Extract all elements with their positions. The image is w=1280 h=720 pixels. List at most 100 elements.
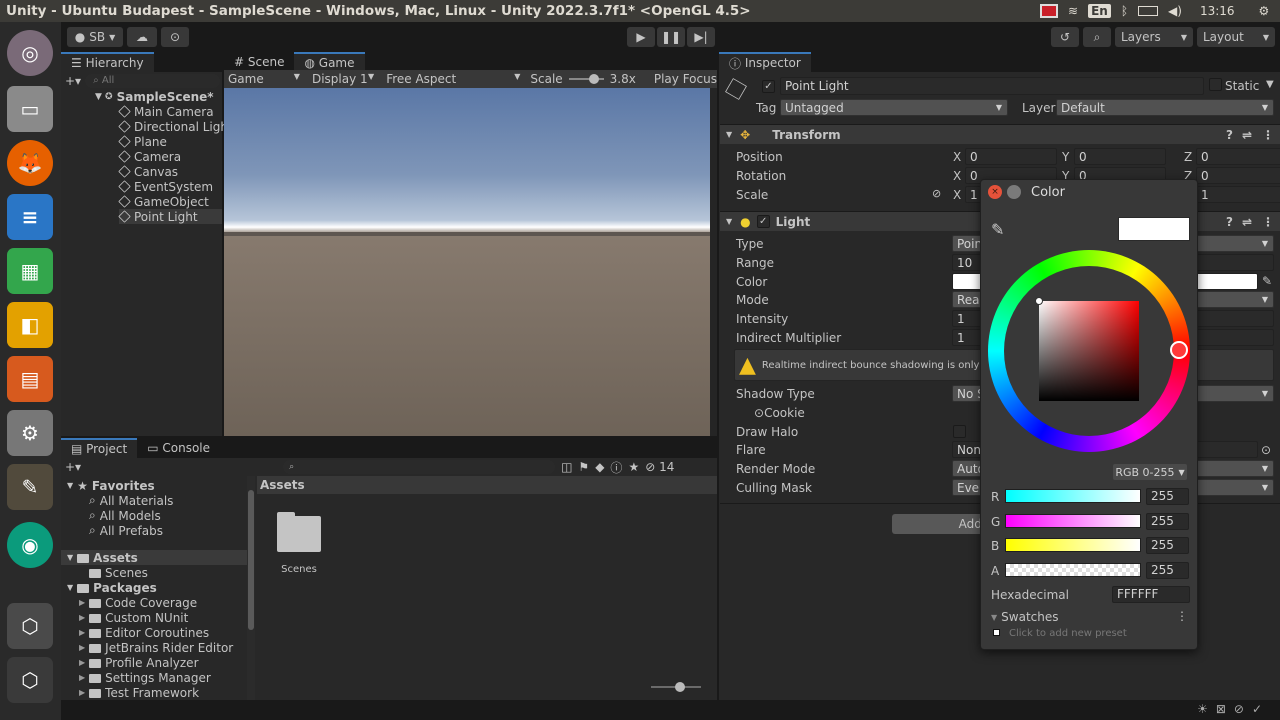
favorite-item[interactable]: ⌕ All Prefabs bbox=[89, 523, 163, 538]
object-picker-icon[interactable]: ⊙ bbox=[1261, 443, 1271, 457]
channel-g-slider[interactable] bbox=[1005, 514, 1141, 528]
pause-button[interactable]: ❚❚ bbox=[657, 27, 685, 47]
tab-hierarchy[interactable]: ☰ Hierarchy bbox=[61, 52, 154, 72]
package-item[interactable]: ▶ Code Coverage bbox=[79, 595, 197, 610]
sv-cursor[interactable] bbox=[1035, 297, 1043, 305]
icon-size-slider[interactable] bbox=[651, 682, 701, 692]
channel-b-field[interactable]: 255 bbox=[1146, 537, 1189, 554]
cloud-icon[interactable]: ☁ bbox=[127, 27, 157, 47]
hierarchy-item[interactable]: Canvas bbox=[118, 164, 178, 179]
clock[interactable]: 13:16 bbox=[1200, 4, 1235, 18]
light-help-icon[interactable]: ? bbox=[1226, 215, 1233, 229]
settings-icon[interactable]: ⚙ bbox=[1259, 4, 1270, 18]
hierarchy-item[interactable]: Directional Light bbox=[118, 119, 233, 134]
document-viewer-icon[interactable]: ▤ bbox=[7, 356, 53, 402]
hidden-packages-icon[interactable]: ⊘ 14 bbox=[645, 460, 674, 474]
package-item[interactable]: ▶ Settings Manager bbox=[79, 670, 211, 685]
hierarchy-item[interactable]: Plane bbox=[118, 134, 167, 149]
channel-b-slider[interactable] bbox=[1005, 538, 1141, 552]
history-icon[interactable]: ↺ bbox=[1051, 27, 1079, 47]
package-item[interactable]: ▶ Profile Analyzer bbox=[79, 655, 199, 670]
breadcrumb[interactable]: Assets bbox=[257, 476, 717, 494]
package-item[interactable]: ▶ Editor Coroutines bbox=[79, 625, 209, 640]
object-name-field[interactable]: Point Light bbox=[780, 77, 1204, 95]
channel-a-slider[interactable] bbox=[1005, 563, 1141, 577]
hierarchy-search[interactable]: ⌕ All bbox=[85, 74, 220, 88]
create-icon[interactable]: +▾ bbox=[65, 460, 81, 474]
static-dropdown-icon[interactable]: ▼ bbox=[1266, 79, 1274, 90]
firefox-icon[interactable]: 🦊 bbox=[7, 140, 53, 186]
hue-cursor[interactable] bbox=[1170, 341, 1188, 359]
component-menu-icon[interactable]: ⋮ bbox=[1262, 128, 1274, 142]
favorite-item[interactable]: ⌕ All Materials bbox=[89, 493, 173, 508]
transform-scale-z-field[interactable]: 1 bbox=[1196, 186, 1280, 203]
tab-console[interactable]: ▭ Console bbox=[137, 438, 221, 458]
channel-g-field[interactable]: 255 bbox=[1146, 513, 1189, 530]
packages-folder[interactable]: ▼ Packages bbox=[67, 580, 157, 595]
impress-icon[interactable]: ◧ bbox=[7, 302, 53, 348]
close-icon[interactable]: × bbox=[988, 185, 1002, 199]
draw-halo-checkbox[interactable] bbox=[953, 425, 966, 438]
hierarchy-item[interactable]: Main Camera bbox=[118, 104, 214, 119]
scenes-folder[interactable]: Scenes bbox=[89, 565, 148, 580]
transform-rotation-z-field[interactable]: 0 bbox=[1196, 167, 1280, 184]
record-icon[interactable] bbox=[1040, 4, 1058, 18]
ubuntu-icon[interactable]: ◎ bbox=[7, 30, 53, 76]
search-by-type-icon[interactable]: ◫ bbox=[561, 460, 572, 474]
game-viewport[interactable] bbox=[224, 88, 710, 436]
tag-dropdown[interactable]: Untagged ▼ bbox=[780, 99, 1008, 116]
account-dropdown[interactable]: ● SB ▼ bbox=[67, 27, 123, 47]
collab-icon[interactable]: ⊙ bbox=[161, 27, 189, 47]
eyedropper-tool-icon[interactable]: ✎ bbox=[991, 220, 1004, 239]
battery-icon[interactable] bbox=[1138, 6, 1159, 16]
color-mode-dropdown[interactable]: RGB 0-255 ▼ bbox=[1113, 464, 1187, 480]
color-picker-titlebar[interactable]: × Color bbox=[981, 180, 1197, 204]
search-icon[interactable]: ⌕ bbox=[1083, 27, 1111, 47]
tab-project[interactable]: ▤ Project bbox=[61, 438, 138, 458]
tag-icon[interactable]: ◆ bbox=[595, 460, 604, 474]
eyedropper-icon[interactable]: ✎ bbox=[1262, 274, 1272, 288]
channel-r-field[interactable]: 255 bbox=[1146, 488, 1189, 505]
camera-icon[interactable]: ◉ bbox=[7, 522, 53, 568]
light-enabled-checkbox[interactable]: ✓ bbox=[756, 215, 770, 228]
transform-position-y-field[interactable]: 0 bbox=[1074, 148, 1166, 165]
unity-hub-icon[interactable]: ⬡ bbox=[7, 603, 53, 649]
layers-dropdown[interactable]: Layers ▼ bbox=[1115, 27, 1193, 47]
hierarchy-item[interactable]: GameObject bbox=[118, 194, 209, 209]
system-settings-icon[interactable]: ⚙ bbox=[7, 410, 53, 456]
active-checkbox[interactable]: ✓ bbox=[762, 80, 775, 93]
transform-position-z-field[interactable]: 0 bbox=[1196, 148, 1280, 165]
tab-inspector[interactable]: ⓘ Inspector bbox=[719, 52, 811, 72]
help-icon[interactable]: ? bbox=[1226, 128, 1233, 142]
transform-position-x-field[interactable]: 0 bbox=[965, 148, 1057, 165]
layer-dropdown[interactable]: Default ▼ bbox=[1056, 99, 1274, 116]
constrain-proportions-icon[interactable]: ⊘ bbox=[932, 187, 941, 200]
swatches-menu-icon[interactable]: ⋮ bbox=[1176, 609, 1188, 623]
layout-dropdown[interactable]: Layout ▼ bbox=[1197, 27, 1275, 47]
game-mode-dropdown[interactable]: Game ▼ bbox=[224, 72, 306, 86]
play-focused-dropdown[interactable]: Play Focus bbox=[654, 72, 717, 86]
transform-header[interactable]: ▼ ✥ Transform ? ⇌ ⋮ bbox=[720, 124, 1280, 144]
channel-r-slider[interactable] bbox=[1005, 489, 1141, 503]
status-icons[interactable]: ☀⊠⊘✓ bbox=[1197, 702, 1270, 716]
swatches-foldout[interactable]: ▼ Swatches bbox=[991, 610, 1058, 624]
presets-icon[interactable]: ⇌ bbox=[1242, 128, 1252, 142]
scale-slider[interactable] bbox=[568, 74, 604, 84]
calc-icon[interactable]: ▦ bbox=[7, 248, 53, 294]
favorites-folder[interactable]: ▼ ★ Favorites bbox=[67, 478, 155, 493]
package-item[interactable]: ▶ JetBrains Rider Editor bbox=[79, 640, 233, 655]
hex-field[interactable]: FFFFFF bbox=[1112, 586, 1190, 603]
play-button[interactable]: ▶ bbox=[627, 27, 655, 47]
favorite-icon[interactable]: ★ bbox=[628, 460, 639, 474]
display-dropdown[interactable]: Display 1 ▼ bbox=[306, 72, 380, 86]
swatch-preset[interactable] bbox=[993, 629, 1000, 636]
wifi-icon[interactable]: ≋ bbox=[1068, 4, 1078, 18]
hierarchy-item[interactable]: Camera bbox=[118, 149, 181, 164]
light-menu-icon[interactable]: ⋮ bbox=[1262, 215, 1274, 229]
tree-scrollbar[interactable] bbox=[247, 476, 255, 700]
writer-icon[interactable]: ≡ bbox=[7, 194, 53, 240]
paint-icon[interactable]: ✎ bbox=[7, 464, 53, 510]
tab-scene[interactable]: # Scene bbox=[224, 52, 295, 72]
game-scrollbar[interactable] bbox=[710, 88, 717, 436]
package-item[interactable]: ▶ Test Framework bbox=[79, 685, 199, 700]
